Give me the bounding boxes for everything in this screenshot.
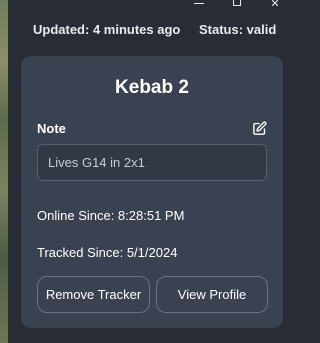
maximize-icon [233,0,241,6]
status-bar: Updated: 4 minutes ago Status: valid [0,22,294,40]
minimize-icon [194,2,204,4]
note-label: Note [37,121,66,136]
note-field[interactable]: Lives G14 in 2x1 [37,144,267,181]
close-button[interactable]: ✕ [256,0,294,10]
background-image-edge [0,0,8,343]
view-profile-button[interactable]: View Profile [156,276,268,313]
tracker-name-title: Kebab 2 [115,77,189,98]
tracked-since-text: Tracked Since: 5/1/2024 [37,245,178,260]
remove-tracker-button[interactable]: Remove Tracker [37,276,150,313]
tracker-card: Kebab 2 Note Lives G14 in 2x1 Online Sin… [21,56,283,328]
maximize-button[interactable] [218,0,256,10]
minimize-button[interactable] [180,0,218,10]
window-controls: ✕ [180,0,294,10]
online-since-text: Online Since: 8:28:51 PM [37,208,185,223]
status-text: Status: valid [199,22,277,37]
edit-note-button[interactable] [250,119,268,137]
edit-pencil-icon [252,121,266,135]
updated-text: Updated: 4 minutes ago [33,22,181,37]
close-icon: ✕ [270,0,280,10]
